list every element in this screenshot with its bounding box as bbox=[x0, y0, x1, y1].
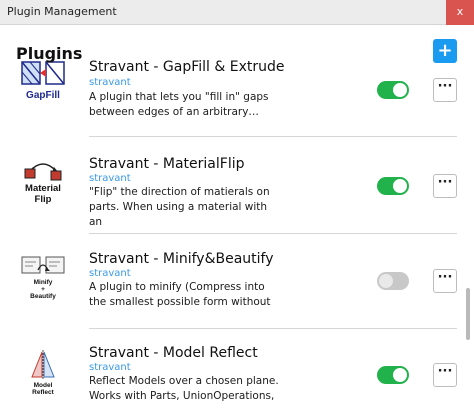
plugin-description: A plugin to minify (Compress into the sm… bbox=[89, 281, 271, 308]
plugin-more-button[interactable]: ··· bbox=[433, 363, 457, 387]
plugin-author-link[interactable]: stravant bbox=[89, 173, 131, 184]
plugin-description: "Flip" the direction of matierals on par… bbox=[89, 186, 270, 228]
toggle-knob bbox=[393, 179, 407, 193]
model-reflect-thumbnail-icon: Model Reflect bbox=[18, 349, 68, 399]
plugin-name: Stravant - MaterialFlip bbox=[89, 156, 245, 172]
gapfill-thumbnail-label: GapFill bbox=[26, 90, 60, 101]
minify-beautify-thumbnail-icon: Minify + Beautify bbox=[18, 254, 68, 304]
page-title: Plugins bbox=[16, 44, 83, 63]
gapfill-thumbnail-icon: GapFill bbox=[18, 56, 68, 106]
add-plugin-button[interactable]: + bbox=[433, 39, 457, 63]
plugin-row-materialflip: Material Flip Stravant - MaterialFlip st… bbox=[0, 137, 460, 233]
plugin-description: A plugin that lets you "fill in" gaps be… bbox=[89, 91, 269, 118]
model-reflect-thumbnail-label: Model bbox=[34, 382, 53, 389]
model-reflect-thumbnail-label-2: Reflect bbox=[32, 389, 55, 396]
toggle-knob bbox=[393, 368, 407, 382]
materialflip-thumbnail-icon: Material Flip bbox=[18, 155, 68, 205]
plugin-more-button[interactable]: ··· bbox=[433, 269, 457, 293]
plugin-author-link[interactable]: stravant bbox=[89, 77, 131, 88]
plugin-more-button[interactable]: ··· bbox=[433, 78, 457, 102]
plugin-more-button[interactable]: ··· bbox=[433, 174, 457, 198]
minify-thumbnail-label: Minify bbox=[34, 279, 53, 286]
toggle-knob bbox=[379, 274, 393, 288]
plugin-row-gapfill: GapFill Stravant - GapFill & Extrude str… bbox=[0, 26, 460, 122]
toggle-knob bbox=[393, 83, 407, 97]
scrollbar-thumb[interactable] bbox=[466, 288, 470, 340]
plugin-name: Stravant - Minify&Beautify bbox=[89, 251, 274, 267]
plugin-management-panel: GapFill Stravant - GapFill & Extrude str… bbox=[0, 26, 474, 411]
plugin-enable-toggle[interactable] bbox=[377, 81, 409, 99]
beautify-thumbnail-label: Beautify bbox=[30, 293, 56, 300]
plugin-name: Stravant - Model Reflect bbox=[89, 345, 258, 361]
plugin-author-link[interactable]: stravant bbox=[89, 362, 131, 373]
materialflip-thumbnail-label: Material bbox=[25, 183, 61, 194]
materialflip-thumbnail-label-2: Flip bbox=[35, 194, 52, 205]
window-titlebar: Plugin Management x bbox=[0, 0, 474, 25]
plugin-list: GapFill Stravant - GapFill & Extrude str… bbox=[0, 26, 474, 411]
plugin-row-model-reflect: Model Reflect Stravant - Model Reflect s… bbox=[0, 329, 460, 411]
plugin-description: Reflect Models over a chosen plane. Work… bbox=[89, 375, 279, 402]
plugin-enable-toggle[interactable] bbox=[377, 366, 409, 384]
plugin-enable-toggle[interactable] bbox=[377, 272, 409, 290]
plugin-row-minify-beautify: Minify + Beautify Stravant - Minify&Beau… bbox=[0, 234, 460, 330]
plugin-author-link[interactable]: stravant bbox=[89, 268, 131, 279]
close-button[interactable]: x bbox=[446, 0, 474, 25]
plugin-name: Stravant - GapFill & Extrude bbox=[89, 59, 285, 75]
minify-thumbnail-plus: + bbox=[41, 286, 45, 293]
plugin-enable-toggle[interactable] bbox=[377, 177, 409, 195]
window-title: Plugin Management bbox=[7, 5, 117, 18]
